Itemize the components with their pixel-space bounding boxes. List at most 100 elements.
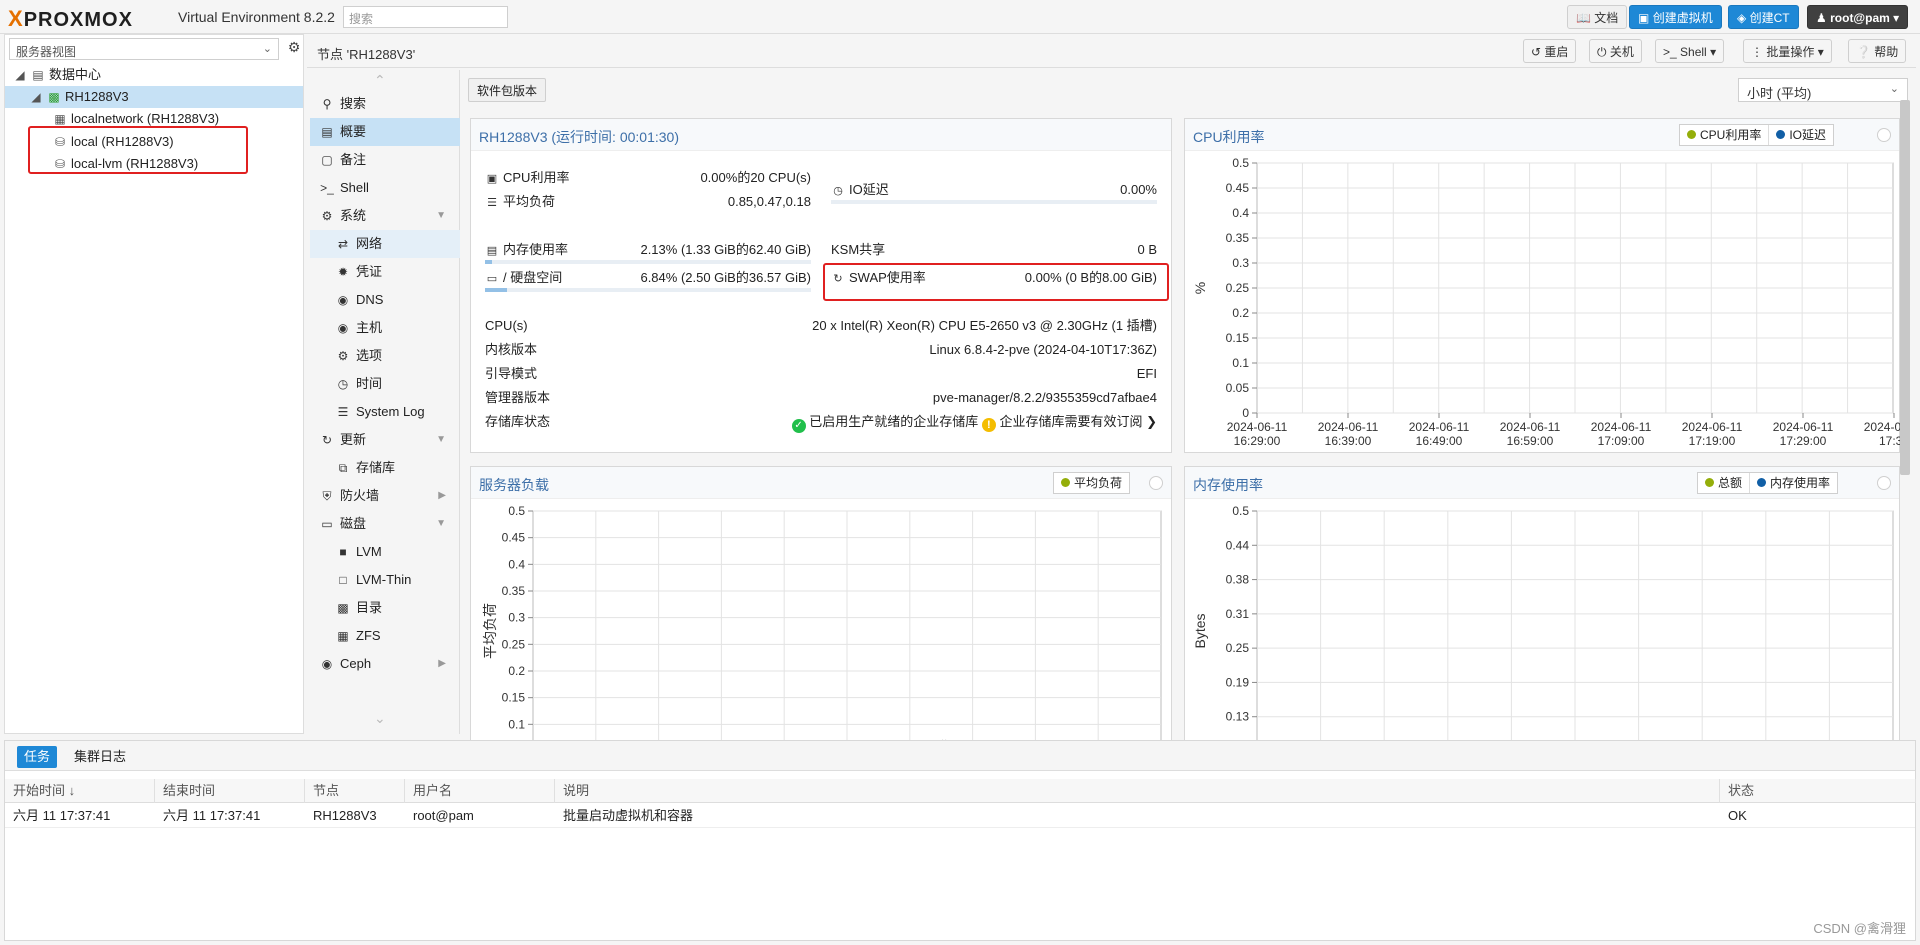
column-end-time[interactable]: 结束时间 (155, 779, 305, 803)
nav-item-network[interactable]: ⇄ 网络 (310, 230, 460, 258)
scroll-up-icon[interactable]: ⌃ (374, 72, 386, 89)
user-icon: ♟ (1816, 11, 1827, 25)
x-tick-label: 2024-06-11 (1318, 420, 1379, 434)
undo-zoom-icon[interactable] (1877, 128, 1891, 142)
disk-usage-bar (485, 288, 811, 292)
node-nav-menu: ⌃ ⚲ 搜索 ▤ 概要 ▢ 备注 >_ Shell ⚙ 系统 ▼ ⇄ 网络 ✹ 凭证 ◉ DNS … (310, 70, 460, 734)
nav-item-system-log[interactable]: ☰ System Log (310, 398, 460, 426)
gear-icon[interactable]: ⚙ (285, 39, 303, 59)
y-tick-label: 0.25 (502, 637, 526, 651)
legend-item-total[interactable]: 总额 (1698, 473, 1751, 493)
info-row-repository-status[interactable]: 存储库状态 ✓ 已启用生产就绪的企业存储库 ! 企业存储库需要有效订阅 ❯ (485, 413, 1157, 433)
hdd-icon: ▭ (321, 517, 333, 531)
nav-item-options[interactable]: ⚙ 选项 (310, 342, 460, 370)
x-tick-label: 2024-06-11 (1682, 420, 1743, 434)
bulk-actions-button[interactable]: ⋮ 批量操作 ▾ (1743, 39, 1832, 63)
nav-item-dns[interactable]: ◉ DNS (310, 286, 460, 314)
io-delay-row: ◷ IO延迟 0.00% (831, 181, 1157, 199)
x-tick-label: 17:29:00 (1780, 434, 1827, 448)
nav-item-search[interactable]: ⚲ 搜索 (310, 90, 460, 118)
y-tick-label: 0.2 (1232, 306, 1249, 320)
scroll-down-icon[interactable]: ⌄ (374, 710, 386, 727)
legend-item-io[interactable]: IO延迟 (1769, 125, 1833, 145)
search-input[interactable]: 搜索 (343, 6, 508, 28)
y-tick-label: 0.5 (1232, 156, 1249, 170)
nav-item-hosts[interactable]: ◉ 主机 (310, 314, 460, 342)
tree-item-local[interactable]: ⛁ local (RH1288V3) (5, 131, 303, 153)
square-icon: ■ (339, 545, 347, 559)
refresh-icon: ↻ (833, 273, 843, 285)
create-vm-button[interactable]: ▣ 创建虚拟机 (1629, 5, 1722, 29)
shutdown-button[interactable]: ⏻ 关机 (1589, 39, 1642, 63)
user-menu-button[interactable]: ♟ root@pam ▾ (1807, 5, 1909, 29)
cpu-icon: ▣ (486, 173, 498, 185)
status-title: RH1288V3 (运行时间: 00:01:30) (479, 129, 679, 145)
load-average-row: ☰ 平均负荷 0.85,0.47,0.18 (485, 193, 811, 211)
page-title: 节点 'RH1288V3' (317, 47, 416, 62)
memory-chart: 0.50.440.380.310.250.190.130.063Bytes (1192, 504, 1894, 747)
y-axis-label: % (1192, 282, 1208, 294)
storage-icon: ⛁ (54, 135, 66, 149)
y-tick-label: 0.4 (508, 557, 525, 571)
monitor-icon: ▣ (1638, 11, 1650, 25)
nav-item-time[interactable]: ◷ 时间 (310, 370, 460, 398)
legend-item-load[interactable]: 平均负荷 (1054, 473, 1129, 493)
status-panel: RH1288V3 (运行时间: 00:01:30) ▣ CPU利用率 0.00%的… (470, 118, 1172, 453)
help-button[interactable]: ❔ 帮助 (1848, 39, 1907, 63)
power-icon: ⏻ (1597, 45, 1607, 59)
create-ct-button[interactable]: ◈ 创建CT (1728, 5, 1799, 29)
chevron-right-icon: ▶ (438, 658, 446, 669)
shell-button[interactable]: >_ Shell ▾ (1655, 39, 1725, 63)
nav-item-shell[interactable]: >_ Shell (310, 174, 460, 202)
tab-tasks[interactable]: 任务 (17, 746, 58, 768)
undo-zoom-icon[interactable] (1149, 476, 1163, 490)
nav-item-updates[interactable]: ↻ 更新 ▼ (310, 426, 460, 454)
package-versions-button[interactable]: 软件包版本 (468, 78, 547, 102)
tab-cluster-log[interactable]: 集群日志 (67, 746, 133, 768)
gear-icon: ⚙ (337, 349, 349, 363)
nav-item-ceph[interactable]: ◉ Ceph ▶ (310, 650, 460, 678)
x-tick-label: 2024-06-11 (1500, 420, 1561, 434)
undo-zoom-icon[interactable] (1877, 476, 1891, 490)
tree-item-localnetwork[interactable]: ▦ localnetwork (RH1288V3) (5, 108, 303, 130)
column-description[interactable]: 说明 (555, 779, 1720, 803)
nav-item-lvm[interactable]: ■ LVM (310, 538, 460, 566)
proxmox-logo[interactable]: XPROXMOX (8, 6, 133, 32)
memory-chart-panel: 内存使用率 总额 内存使用率 0.5 0.44 0.38 0.31 0.25 0.19 0.… (1184, 466, 1900, 747)
tree-item-datacenter[interactable]: ◢ ▤ 数据中心 (5, 64, 303, 86)
legend-item-cpu[interactable]: CPU利用率 (1680, 125, 1770, 145)
nav-item-system[interactable]: ⚙ 系统 ▼ (310, 202, 460, 230)
cpu-chart-legend[interactable]: CPU利用率 IO延迟 (1679, 124, 1835, 146)
content-scrollbar[interactable] (1900, 100, 1910, 475)
nav-item-summary[interactable]: ▤ 概要 (310, 118, 460, 146)
docs-button[interactable]: 📖 文档 (1567, 5, 1628, 29)
refresh-icon: ↻ (321, 433, 333, 447)
tree-item-local-lvm[interactable]: ⛁ local-lvm (RH1288V3) (5, 153, 303, 175)
nav-item-notes[interactable]: ▢ 备注 (310, 146, 460, 174)
globe-icon: ◉ (337, 321, 349, 335)
nav-item-zfs[interactable]: ▦ ZFS (310, 622, 460, 650)
chevron-down-icon: ▼ (436, 434, 446, 445)
tree-item-node[interactable]: ◢ ▩ RH1288V3 (5, 86, 303, 108)
nav-item-lvm-thin[interactable]: □ LVM-Thin (310, 566, 460, 594)
view-select[interactable]: 服务器视图 ⌄ (9, 38, 279, 60)
nav-item-certificates[interactable]: ✹ 凭证 (310, 258, 460, 286)
timeframe-select[interactable]: 小时 (平均) ⌄ (1738, 78, 1908, 102)
table-row[interactable]: 六月 11 17:37:41 六月 11 17:37:41 RH1288V3 r… (5, 804, 1915, 828)
column-node[interactable]: 节点 (305, 779, 405, 803)
memory-chart-legend[interactable]: 总额 内存使用率 (1697, 472, 1839, 494)
cell-node: RH1288V3 (313, 808, 377, 823)
cpu-chart: 0.5 0.45 0.4 0.35 0.3 0.25 0.2 0.15 0.1 0.05 0% 202… (1192, 156, 1901, 448)
reboot-button[interactable]: ↺ 重启 (1523, 39, 1577, 63)
nav-item-disks[interactable]: ▭ 磁盘 ▼ (310, 510, 460, 538)
column-status[interactable]: 状态 (1720, 779, 1916, 803)
load-chart-legend[interactable]: 平均负荷 (1053, 472, 1131, 494)
legend-item-memory[interactable]: 内存使用率 (1750, 473, 1837, 493)
storage-icon: ⛁ (54, 157, 66, 171)
nav-item-repositories[interactable]: ⧉ 存储库 (310, 454, 460, 482)
nav-item-directory[interactable]: ▩ 目录 (310, 594, 460, 622)
nav-item-firewall[interactable]: ⛨ 防火墙 ▶ (310, 482, 460, 510)
column-start-time[interactable]: 开始时间 ↓ (5, 779, 155, 803)
column-user[interactable]: 用户名 (405, 779, 555, 803)
load-chart: 0.50.450.40.350.30.250.20.150.10.05平均负荷 (482, 504, 1162, 747)
